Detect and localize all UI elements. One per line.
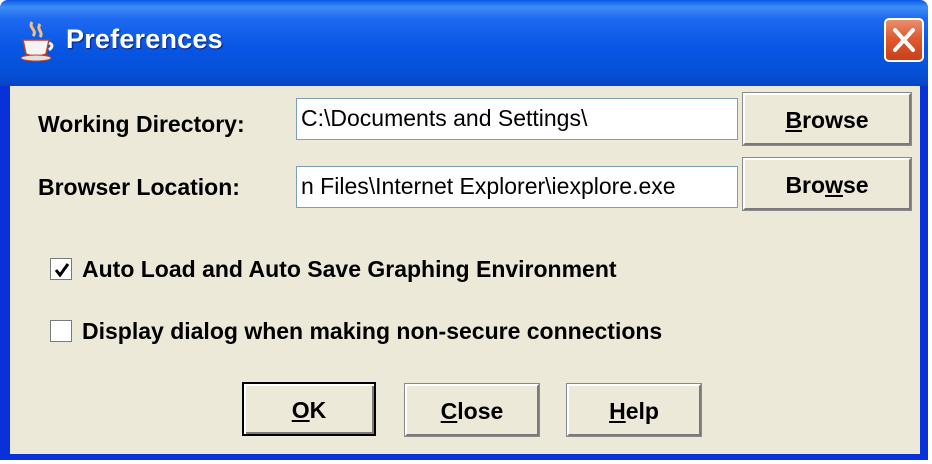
browser-location-input[interactable]: n Files\Internet Explorer\iexplore.exe — [296, 166, 738, 208]
auto-load-checkbox[interactable] — [50, 258, 72, 280]
title-bar[interactable]: Preferences — [0, 0, 928, 86]
java-cup-icon — [20, 21, 54, 62]
working-directory-input[interactable]: C:\Documents and Settings\ — [296, 98, 738, 140]
close-x-icon — [893, 28, 915, 52]
auto-load-label[interactable]: Auto Load and Auto Save Graphing Environ… — [82, 256, 617, 283]
checkmark-icon — [54, 263, 70, 278]
browser-location-label: Browser Location: — [38, 174, 240, 200]
window-title: Preferences — [66, 24, 223, 54]
browser-location-browse-button[interactable]: Browse — [742, 157, 912, 211]
dialog-content: Working Directory: C:\Documents and Sett… — [10, 86, 920, 454]
ok-button[interactable]: OK — [242, 382, 376, 436]
close-button[interactable]: Close — [404, 383, 540, 437]
working-directory-browse-button[interactable]: Browse — [742, 92, 912, 146]
working-directory-label: Working Directory: — [38, 111, 245, 137]
non-secure-dialog-label[interactable]: Display dialog when making non-secure co… — [82, 318, 662, 345]
close-window-button[interactable] — [884, 18, 924, 62]
preferences-window: Preferences Working Directory: C:\Docume… — [0, 0, 928, 460]
help-button[interactable]: Help — [566, 383, 702, 437]
non-secure-dialog-checkbox[interactable] — [50, 320, 72, 342]
